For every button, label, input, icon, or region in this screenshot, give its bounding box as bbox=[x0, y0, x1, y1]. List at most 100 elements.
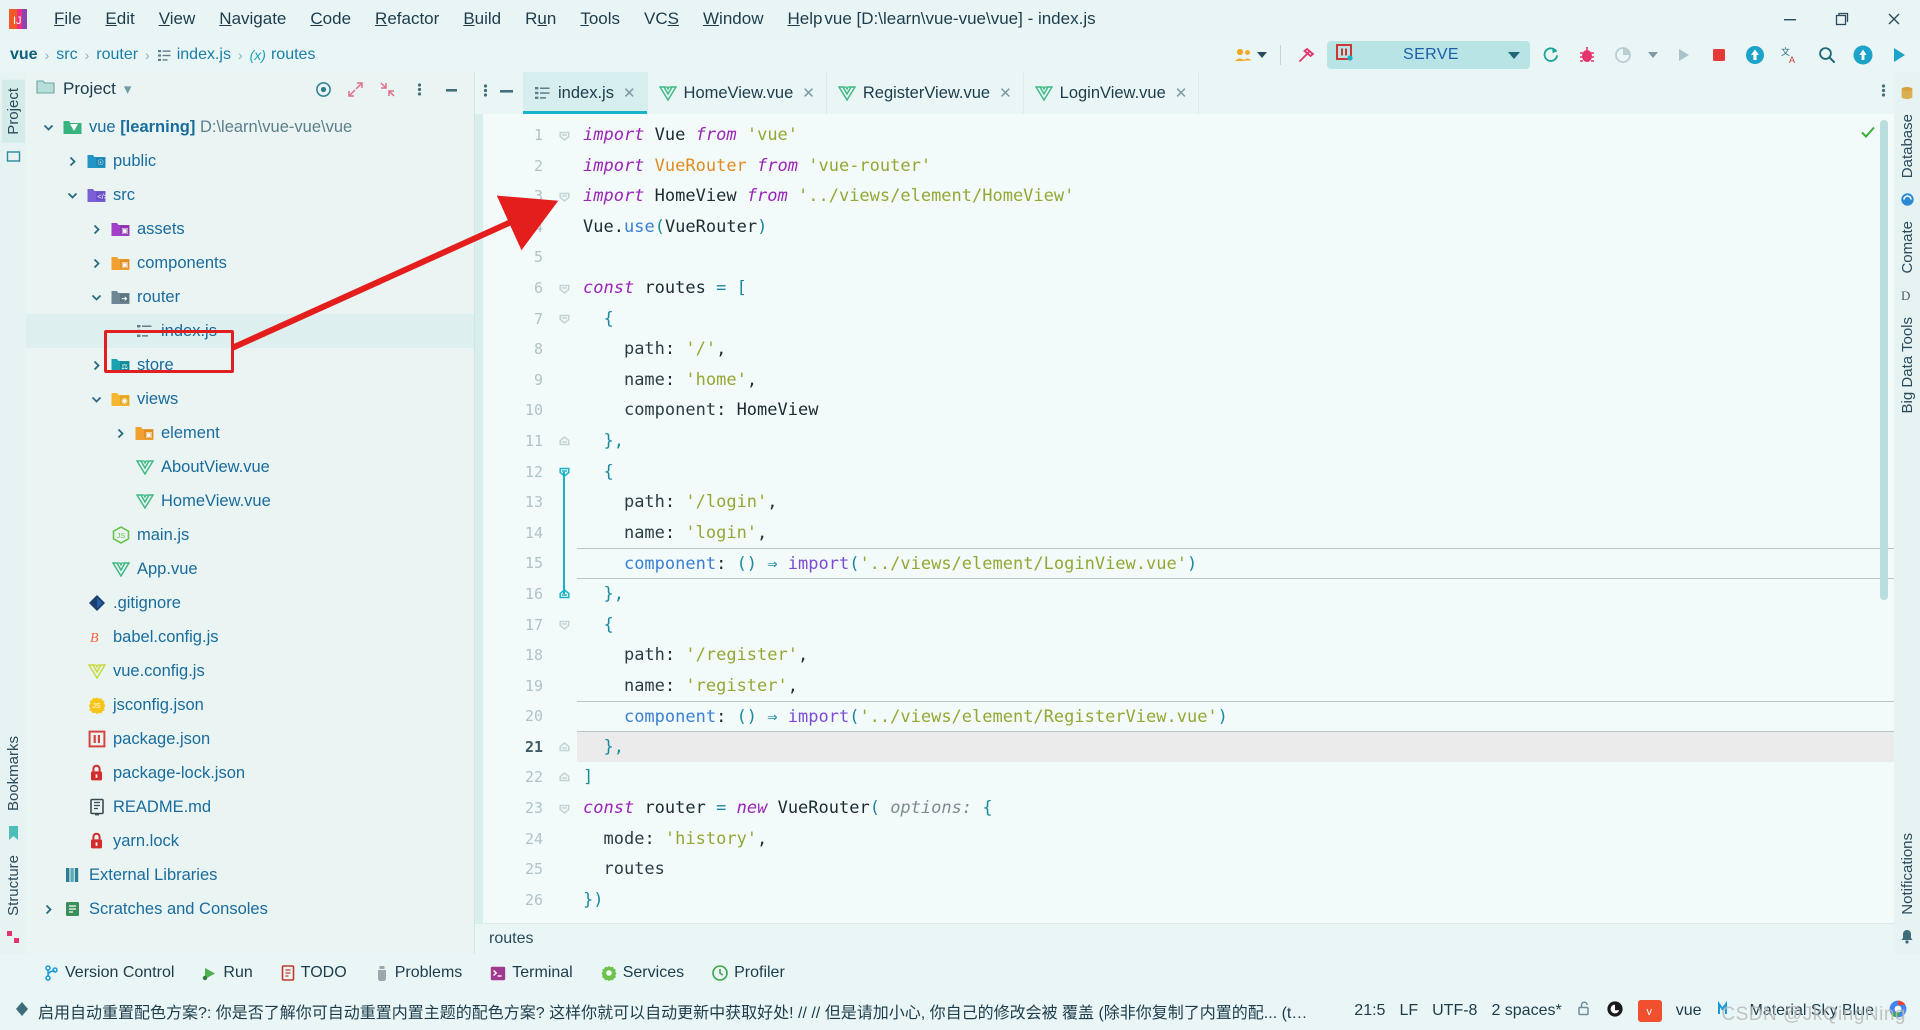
collaborate-icon[interactable] bbox=[1231, 41, 1270, 69]
sidebar-item-notifications[interactable]: Notifications bbox=[1896, 825, 1919, 923]
tree-item-src[interactable]: </> src bbox=[26, 178, 474, 212]
stop-icon[interactable] bbox=[1704, 41, 1734, 69]
chevron-down-icon[interactable]: ▾ bbox=[124, 80, 132, 98]
close-icon[interactable]: ✕ bbox=[623, 84, 636, 102]
fold-expand-icon[interactable] bbox=[551, 762, 577, 793]
editor-breadcrumb-label[interactable]: routes bbox=[489, 930, 533, 948]
fold-expand-icon[interactable] bbox=[551, 732, 577, 763]
coverage-icon[interactable] bbox=[1608, 41, 1638, 69]
hide-icon[interactable] bbox=[498, 82, 515, 104]
chevron-right-icon[interactable] bbox=[64, 156, 80, 167]
code-editor[interactable]: 1 2 3 4 5 6 7 8 9 10 11 12 13 14 15 16 17 18 19 20 21 22 23 24 2… bbox=[475, 114, 1894, 923]
tree-item-components[interactable]: ▣ components bbox=[26, 246, 474, 280]
profile-dropdown-icon[interactable] bbox=[1644, 41, 1662, 69]
inspection-ok-icon[interactable] bbox=[1860, 124, 1876, 145]
tool-window-profiler[interactable]: Profiler bbox=[698, 960, 799, 986]
browser-icon[interactable] bbox=[1888, 999, 1908, 1024]
tree-item-vue[interactable]: vue [learning] D:\learn\vue-vue\vue bbox=[26, 110, 474, 144]
database-icon[interactable] bbox=[1900, 86, 1914, 100]
branch-name[interactable]: vue bbox=[1676, 1002, 1702, 1020]
tool-window-todo[interactable]: TODO bbox=[267, 960, 361, 986]
run-configuration-selector[interactable]: SERVE bbox=[1327, 41, 1530, 69]
fold-collapse-icon[interactable] bbox=[551, 304, 577, 335]
structure-icon[interactable] bbox=[6, 930, 20, 944]
notification[interactable]: 启用自动重置配色方案?: 你是否了解你可自动重置内置主题的配色方案? 这样你就可… bbox=[14, 999, 1308, 1023]
menu-code[interactable]: Code bbox=[298, 5, 363, 33]
code-content[interactable]: import Vue from 'vue' import VueRouter fr… bbox=[577, 114, 1894, 923]
notifications-bell-icon[interactable] bbox=[1900, 929, 1914, 944]
collapse-icon[interactable] bbox=[372, 75, 402, 103]
fold-collapse-icon[interactable] bbox=[551, 181, 577, 212]
line-separator[interactable]: LF bbox=[1399, 1002, 1418, 1020]
editor-tab-index-js[interactable]: index.js ✕ bbox=[523, 72, 648, 114]
bookmark-icon[interactable] bbox=[7, 825, 20, 841]
tree-item-views[interactable]: ◉ views bbox=[26, 382, 474, 416]
tree-item-aboutview-vue[interactable]: AboutView.vue bbox=[26, 450, 474, 484]
indent-setting[interactable]: 2 spaces* bbox=[1491, 1002, 1561, 1020]
menu-navigate[interactable]: Navigate bbox=[207, 5, 298, 33]
menu-run[interactable]: Run bbox=[513, 5, 568, 33]
sidebar-item-project[interactable]: Project bbox=[1, 80, 25, 143]
fold-collapse-icon[interactable] bbox=[551, 273, 577, 304]
chevron-right-icon[interactable] bbox=[112, 428, 128, 439]
editor-tab-loginview-vue[interactable]: LoginView.vue ✕ bbox=[1024, 72, 1200, 114]
tree-item-package-lock-json[interactable]: package-lock.json bbox=[26, 756, 474, 790]
editor-tab-registerview-vue[interactable]: RegisterView.vue ✕ bbox=[827, 72, 1024, 114]
theme-name[interactable]: Material Sky Blue bbox=[1750, 1002, 1875, 1020]
tree-item-package-json[interactable]: package.json bbox=[26, 722, 474, 756]
editor-tab-homeview-vue[interactable]: HomeView.vue ✕ bbox=[648, 72, 827, 114]
breadcrumb-item-routes[interactable]: (x) routes bbox=[250, 46, 316, 64]
hide-icon[interactable] bbox=[436, 75, 466, 103]
git-branch-icon[interactable] bbox=[1606, 1000, 1624, 1023]
chevron-right-icon[interactable] bbox=[88, 360, 104, 371]
tree-item-vue-config-js[interactable]: vue.config.js bbox=[26, 654, 474, 688]
breadcrumb-item-src[interactable]: src bbox=[56, 46, 77, 64]
editor-scrollbar[interactable] bbox=[1880, 120, 1888, 600]
search-icon[interactable] bbox=[1812, 41, 1842, 69]
debug-icon[interactable] bbox=[1572, 41, 1602, 69]
build-hammer-icon[interactable] bbox=[1291, 41, 1321, 69]
target-icon[interactable] bbox=[308, 75, 338, 103]
menu-build[interactable]: Build bbox=[451, 5, 513, 33]
sidebar-item-bookmarks[interactable]: Bookmarks bbox=[2, 728, 25, 819]
fold-expand-icon[interactable] bbox=[551, 426, 577, 457]
maximize-button[interactable] bbox=[1816, 0, 1868, 38]
sidebar-item-big-data-tools[interactable]: Big Data Tools bbox=[1896, 309, 1919, 421]
chevron-right-icon[interactable] bbox=[88, 224, 104, 235]
tree-item-assets[interactable]: ▣ assets bbox=[26, 212, 474, 246]
sidebar-item-structure[interactable]: Structure bbox=[2, 847, 25, 924]
expand-icon[interactable] bbox=[340, 75, 370, 103]
tool-window-terminal[interactable]: Terminal bbox=[476, 960, 586, 986]
tree-item-store[interactable]: ⚖ store bbox=[26, 348, 474, 382]
tree-item-public[interactable]: ☉ public bbox=[26, 144, 474, 178]
big-data-tools-icon[interactable]: D bbox=[1900, 288, 1915, 303]
tree-item-app-vue[interactable]: App.vue bbox=[26, 552, 474, 586]
tree-item-homeview-vue[interactable]: HomeView.vue bbox=[26, 484, 474, 518]
sidebar-item-comate[interactable]: Comate bbox=[1896, 213, 1919, 282]
chevron-right-icon[interactable] bbox=[88, 258, 104, 269]
chevron-down-icon[interactable] bbox=[64, 190, 80, 201]
fold-collapse-icon[interactable] bbox=[551, 120, 577, 151]
chevron-down-icon[interactable] bbox=[88, 394, 104, 405]
ide-run-icon[interactable] bbox=[1884, 41, 1914, 69]
tree-item--gitignore[interactable]: .gitignore bbox=[26, 586, 474, 620]
commit-icon[interactable] bbox=[6, 149, 21, 164]
tool-window-problems[interactable]: Problems bbox=[361, 960, 477, 986]
menu-refactor[interactable]: Refactor bbox=[363, 5, 451, 33]
menu-help[interactable]: Help bbox=[775, 5, 834, 33]
minimize-button[interactable] bbox=[1764, 0, 1816, 38]
tool-window-version-control[interactable]: Version Control bbox=[30, 960, 188, 986]
close-button[interactable] bbox=[1868, 0, 1920, 38]
close-icon[interactable]: ✕ bbox=[802, 84, 815, 102]
tree-item-external-libraries[interactable]: External Libraries bbox=[26, 858, 474, 892]
tool-window-services[interactable]: Services bbox=[587, 960, 698, 986]
sidebar-item-database[interactable]: Database bbox=[1896, 106, 1919, 186]
breadcrumb-item-file[interactable]: index.js bbox=[157, 46, 231, 64]
comate-icon[interactable] bbox=[1900, 192, 1915, 207]
unlocked-icon[interactable] bbox=[1576, 1000, 1592, 1022]
breadcrumb-item-router[interactable]: router bbox=[96, 46, 138, 64]
vue-badge-icon[interactable]: v bbox=[1637, 1000, 1662, 1022]
chevron-down-icon[interactable] bbox=[88, 292, 104, 303]
tree-item-scratches-and-consoles[interactable]: Scratches and Consoles bbox=[26, 892, 474, 926]
fold-collapse-icon[interactable] bbox=[551, 793, 577, 824]
